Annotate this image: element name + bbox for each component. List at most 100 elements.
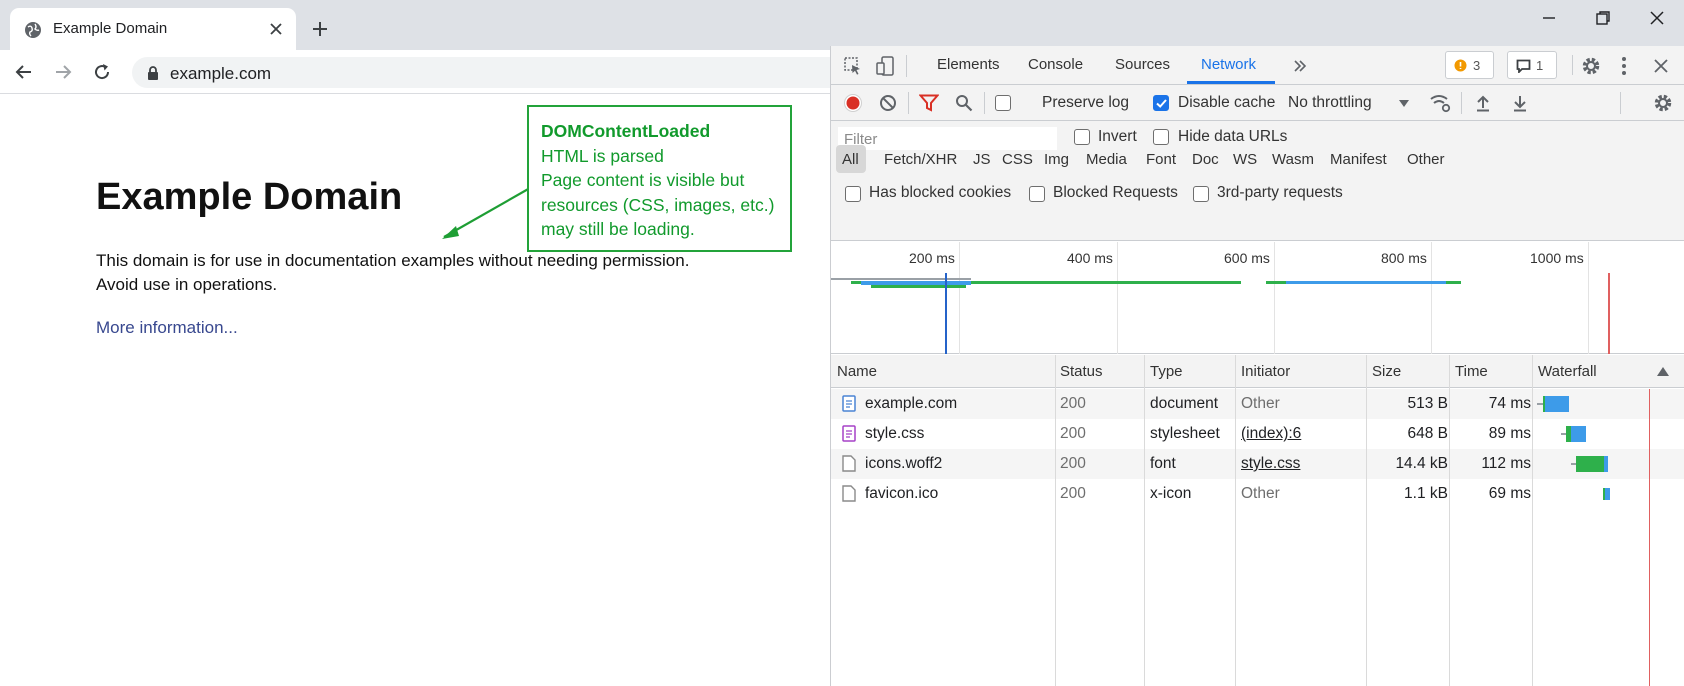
column-header-name[interactable]: Name <box>837 363 877 380</box>
request-name: style.css <box>865 425 925 442</box>
omnibox[interactable]: example.com <box>132 57 852 88</box>
disable-cache-checkbox[interactable] <box>1153 95 1169 111</box>
column-header-initiator[interactable]: Initiator <box>1241 363 1290 380</box>
back-arrow-icon[interactable] <box>14 62 34 82</box>
column-header-type[interactable]: Type <box>1150 363 1183 380</box>
request-status: 200 <box>1060 485 1086 502</box>
column-divider <box>1366 355 1367 686</box>
type-filter-font[interactable]: Font <box>1146 151 1176 168</box>
request-time: 74 ms <box>1488 395 1531 412</box>
column-header-status[interactable]: Status <box>1060 363 1103 380</box>
request-name: favicon.ico <box>865 485 939 502</box>
type-filter-wasm[interactable]: Wasm <box>1272 151 1314 168</box>
invert-checkbox[interactable] <box>1074 129 1090 145</box>
type-filter-media[interactable]: Media <box>1086 151 1127 168</box>
filter-input[interactable]: Filter <box>837 126 1058 151</box>
file-icon <box>842 485 856 502</box>
column-divider <box>1144 355 1145 686</box>
more-tabs-chevron-icon[interactable] <box>1293 59 1307 73</box>
tab-sources[interactable]: Sources <box>1115 56 1170 73</box>
devtools-tabbar: Elements Console Sources Network 3 1 <box>831 46 1684 85</box>
type-filter-ws[interactable]: WS <box>1233 151 1257 168</box>
close-tab-icon[interactable] <box>268 21 284 37</box>
separator <box>1572 55 1573 75</box>
record-icon[interactable] <box>844 94 862 112</box>
type-filter-all[interactable]: All <box>842 151 859 168</box>
column-header-size[interactable]: Size <box>1372 363 1401 380</box>
filter-funnel-icon[interactable] <box>919 94 939 112</box>
issues-counter-button[interactable]: 3 <box>1445 51 1494 79</box>
tab-title: Example Domain <box>53 20 168 37</box>
type-filter-css[interactable]: CSS <box>1002 151 1033 168</box>
tab-strip: Example Domain <box>0 0 1684 50</box>
url-text: example.com <box>170 64 272 83</box>
hide-data-urls-checkbox[interactable] <box>1153 129 1169 145</box>
device-toolbar-icon[interactable] <box>875 55 895 77</box>
reload-icon[interactable] <box>92 62 112 82</box>
column-header-waterfall[interactable]: Waterfall <box>1538 363 1597 380</box>
stylesheet-icon <box>842 425 856 442</box>
invert-label: Invert <box>1098 128 1137 145</box>
annotation-title: DOMContentLoaded <box>541 121 711 141</box>
clear-icon[interactable] <box>879 94 897 112</box>
request-initiator-link[interactable]: style.css <box>1241 455 1300 473</box>
table-row[interactable]: icons.woff2 200 font style.css 14.4 kB 1… <box>831 449 1684 479</box>
type-filter-js[interactable]: JS <box>973 151 991 168</box>
tab-elements[interactable]: Elements <box>937 56 1000 73</box>
annotation-arrow <box>442 187 531 239</box>
request-size: 648 B <box>1407 425 1448 442</box>
column-divider <box>1235 355 1236 686</box>
sort-ascending-icon[interactable] <box>1657 367 1669 376</box>
third-party-requests-checkbox[interactable] <box>1193 186 1209 202</box>
request-type: stylesheet <box>1150 425 1220 442</box>
network-overview-timeline[interactable]: 200 ms 400 ms 600 ms 800 ms 1000 ms <box>831 242 1684 354</box>
table-row[interactable]: favicon.ico 200 x-icon Other 1.1 kB 69 m… <box>831 479 1684 509</box>
column-divider <box>1532 355 1533 686</box>
type-filter-manifest[interactable]: Manifest <box>1330 151 1387 168</box>
separator <box>984 92 985 114</box>
active-tab-indicator <box>1187 81 1275 84</box>
has-blocked-cookies-checkbox[interactable] <box>845 186 861 202</box>
browser-tab[interactable]: Example Domain <box>10 8 296 50</box>
column-divider <box>1055 355 1056 686</box>
disable-cache-label: Disable cache <box>1178 94 1276 111</box>
type-filter-img[interactable]: Img <box>1044 151 1069 168</box>
forward-arrow-icon[interactable] <box>53 62 73 82</box>
dropdown-caret-icon[interactable] <box>1399 100 1409 108</box>
more-options-kebab-icon[interactable] <box>1620 56 1628 76</box>
third-party-requests-label: 3rd-party requests <box>1217 184 1343 201</box>
more-information-link[interactable]: More information... <box>96 318 238 338</box>
close-devtools-icon[interactable] <box>1653 58 1669 74</box>
network-settings-gear-icon[interactable] <box>1653 93 1673 113</box>
window-close-icon[interactable] <box>1649 10 1665 26</box>
request-size: 14.4 kB <box>1395 455 1448 472</box>
network-toolbar: Preserve log Disable cache No throttling <box>831 85 1684 121</box>
lock-icon[interactable] <box>146 65 160 81</box>
type-filter-other[interactable]: Other <box>1407 151 1445 168</box>
tab-network[interactable]: Network <box>1201 56 1256 73</box>
inspect-element-icon[interactable] <box>843 56 863 76</box>
type-filter-doc[interactable]: Doc <box>1192 151 1219 168</box>
network-conditions-icon[interactable] <box>1429 93 1451 113</box>
warning-icon <box>1454 59 1467 72</box>
table-row[interactable]: style.css 200 stylesheet (index):6 648 B… <box>831 419 1684 449</box>
request-initiator-link[interactable]: (index):6 <box>1241 425 1301 443</box>
table-row[interactable]: example.com 200 document Other 513 B 74 … <box>831 389 1684 419</box>
issues-count: 3 <box>1473 58 1481 73</box>
waterfall-bar <box>1561 426 1586 442</box>
restore-icon[interactable] <box>1595 10 1611 26</box>
export-har-icon[interactable] <box>1512 94 1528 112</box>
settings-gear-icon[interactable] <box>1581 56 1601 76</box>
tab-console[interactable]: Console <box>1028 56 1083 73</box>
new-tab-plus-icon[interactable] <box>311 20 329 38</box>
type-filter-fetch-xhr[interactable]: Fetch/XHR <box>884 151 957 168</box>
column-header-time[interactable]: Time <box>1455 363 1488 380</box>
blocked-requests-checkbox[interactable] <box>1029 186 1045 202</box>
search-icon[interactable] <box>955 94 973 112</box>
messages-counter-button[interactable]: 1 <box>1507 51 1557 79</box>
preserve-log-checkbox[interactable] <box>995 95 1011 111</box>
minimize-icon[interactable] <box>1541 10 1557 26</box>
request-name: icons.woff2 <box>865 455 943 472</box>
throttling-select[interactable]: No throttling <box>1288 94 1372 112</box>
import-har-icon[interactable] <box>1475 94 1491 112</box>
